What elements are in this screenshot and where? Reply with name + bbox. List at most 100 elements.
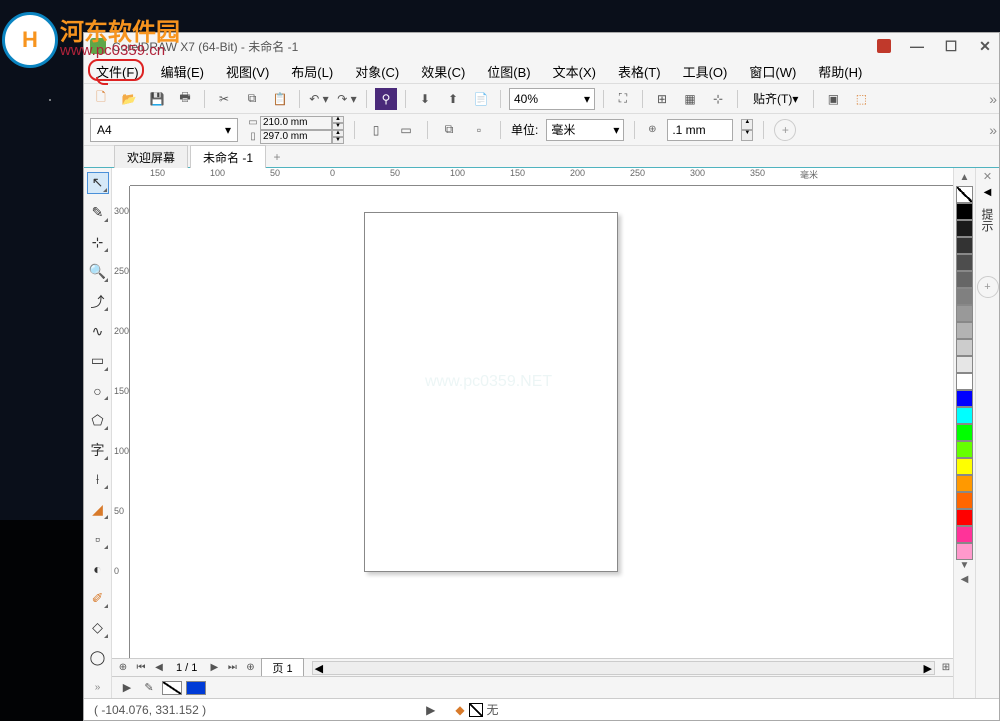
palette-swatch[interactable] [956, 458, 973, 475]
menu-help[interactable]: 帮助(H) [814, 60, 866, 83]
menu-edit[interactable]: 编辑(E) [157, 60, 208, 83]
docker-add-icon[interactable]: + [977, 276, 999, 298]
import-icon[interactable]: ⬇ [414, 88, 436, 110]
crop-tool-icon[interactable]: ⊹ [87, 231, 109, 253]
palette-swatch[interactable] [956, 305, 973, 322]
palette-swatch[interactable] [956, 509, 973, 526]
palette-swatch[interactable] [956, 526, 973, 543]
export-icon[interactable]: ⬆ [442, 88, 464, 110]
fullscreen-icon[interactable]: ⛶ [612, 88, 634, 110]
status-play-icon[interactable]: ▶ [426, 703, 435, 717]
paper-size-combo[interactable]: A4▾ [90, 118, 238, 142]
artistic-tool-icon[interactable]: ∿ [87, 320, 109, 342]
tab-document[interactable]: 未命名 -1 [190, 145, 266, 170]
propbar-overflow-icon[interactable]: » [989, 122, 993, 138]
open-icon[interactable]: 📂 [118, 88, 140, 110]
palette-swatch[interactable] [956, 203, 973, 220]
ruler-vertical[interactable]: 300 250 200 150 100 50 0 [112, 186, 130, 658]
width-spinner[interactable]: ▲▼ [332, 116, 344, 130]
toolbar-overflow-icon[interactable]: » [989, 91, 993, 107]
palette-swatch[interactable] [956, 441, 973, 458]
zoom-combo[interactable]: 40%▾ [509, 88, 595, 110]
eyedropper-tool-icon[interactable]: ✐ [87, 587, 109, 609]
hscroll-track[interactable]: ◀▶ [312, 661, 935, 675]
drawing-canvas[interactable]: www.pc0359.NET [130, 186, 953, 658]
palette-swatch[interactable] [956, 424, 973, 441]
shape-tool-icon[interactable]: ✎ [87, 202, 109, 224]
nav-zoom-icon[interactable]: ⊞ [939, 661, 953, 675]
options-icon[interactable]: ▣ [822, 88, 844, 110]
unit-combo[interactable]: 毫米▾ [546, 119, 624, 141]
all-pages-icon[interactable]: ⧉ [438, 119, 460, 141]
menu-bitmap[interactable]: 位图(B) [483, 60, 534, 83]
palette-swatch[interactable] [956, 322, 973, 339]
palette-swatch[interactable] [956, 475, 973, 492]
add-page-icon[interactable]: ⊕ [116, 661, 130, 675]
palette-flyout-icon[interactable]: ◀ [961, 574, 969, 588]
fill-tool-icon[interactable]: ◇ [87, 617, 109, 639]
palette-swatch[interactable] [956, 271, 973, 288]
print-icon[interactable]: 🖶 [174, 88, 196, 110]
page-width-input[interactable]: 210.0 mm [260, 116, 332, 130]
palette-swatch[interactable] [956, 220, 973, 237]
palette-swatch[interactable] [956, 237, 973, 254]
menu-object[interactable]: 对象(C) [351, 60, 403, 83]
search-content-icon[interactable]: ⚲ [375, 88, 397, 110]
page-tab[interactable]: 页 1 [261, 658, 303, 678]
palette-swatch[interactable] [956, 492, 973, 509]
maximize-button[interactable]: ☐ [943, 38, 959, 54]
redo-icon[interactable]: ↷ ▾ [336, 88, 358, 110]
ellipse-tool-icon[interactable]: ○ [87, 380, 109, 402]
freehand-tool-icon[interactable]: ⤴ [87, 291, 109, 313]
docker-expand-icon[interactable]: ◀ [984, 187, 992, 198]
page-height-input[interactable]: 297.0 mm [260, 130, 332, 144]
palette-swatch[interactable] [956, 339, 973, 356]
height-spinner[interactable]: ▲▼ [332, 130, 344, 144]
paste-icon[interactable]: 📋 [269, 88, 291, 110]
palette-swatch[interactable] [956, 407, 973, 424]
cut-icon[interactable]: ✂ [213, 88, 235, 110]
next-page-icon[interactable]: ▶ [207, 661, 221, 675]
ruler-horizontal[interactable]: 150 100 50 0 50 100 150 200 250 300 350 … [130, 168, 953, 186]
pick-tool-icon[interactable]: ↖ [87, 172, 109, 194]
last-page-icon[interactable]: ⏭ [225, 661, 239, 675]
copy-icon[interactable]: ⧉ [241, 88, 263, 110]
polygon-tool-icon[interactable]: ⬠ [87, 409, 109, 431]
landscape-icon[interactable]: ▭ [395, 119, 417, 141]
palette-swatch[interactable] [956, 288, 973, 305]
rectangle-tool-icon[interactable]: ▭ [87, 350, 109, 372]
menu-tools[interactable]: 工具(O) [679, 60, 732, 83]
outline-tool-icon[interactable]: ◯ [87, 647, 109, 669]
toolbox-overflow-icon[interactable]: » [87, 676, 109, 698]
palette-up-icon[interactable]: ▲ [960, 172, 970, 186]
prev-page-icon[interactable]: ◀ [152, 661, 166, 675]
portrait-icon[interactable]: ▯ [365, 119, 387, 141]
docker-title[interactable]: 提示 [979, 208, 996, 232]
grid-icon[interactable]: ▦ [679, 88, 701, 110]
tab-welcome[interactable]: 欢迎屏幕 [114, 145, 188, 169]
menu-window[interactable]: 窗口(W) [745, 60, 800, 83]
text-tool-icon[interactable]: 字 [87, 439, 109, 461]
palette-swatch[interactable] [956, 543, 973, 560]
dropshadow-tool-icon[interactable]: ▫ [87, 528, 109, 550]
add-preset-icon[interactable]: + [774, 119, 796, 141]
zoom-tool-icon[interactable]: 🔍 [87, 261, 109, 283]
nudge-input[interactable]: .1 mm [667, 119, 733, 141]
palette-swatch[interactable] [956, 373, 973, 390]
connector-tool-icon[interactable]: ◢ [87, 498, 109, 520]
menu-table[interactable]: 表格(T) [614, 60, 665, 83]
rulers-icon[interactable]: ⊞ [651, 88, 673, 110]
transparency-tool-icon[interactable]: ◐ [87, 558, 109, 580]
eyedropper-status-icon[interactable]: ✎ [140, 679, 158, 697]
add-page-after-icon[interactable]: ⊕ [243, 661, 257, 675]
docker-close-icon[interactable]: ✕ [983, 170, 992, 183]
user-icon[interactable] [877, 39, 891, 53]
dimension-tool-icon[interactable]: ⟊ [87, 469, 109, 491]
snap-dropdown[interactable]: 贴齐(T) ▾ [746, 88, 805, 110]
nudge-spinner[interactable]: ▲▼ [741, 119, 753, 141]
fill-swatch[interactable] [162, 681, 182, 695]
guides-icon[interactable]: ⊹ [707, 88, 729, 110]
current-page-icon[interactable]: ▫ [468, 119, 490, 141]
outline-swatch[interactable] [186, 681, 206, 695]
undo-icon[interactable]: ↶ ▾ [308, 88, 330, 110]
